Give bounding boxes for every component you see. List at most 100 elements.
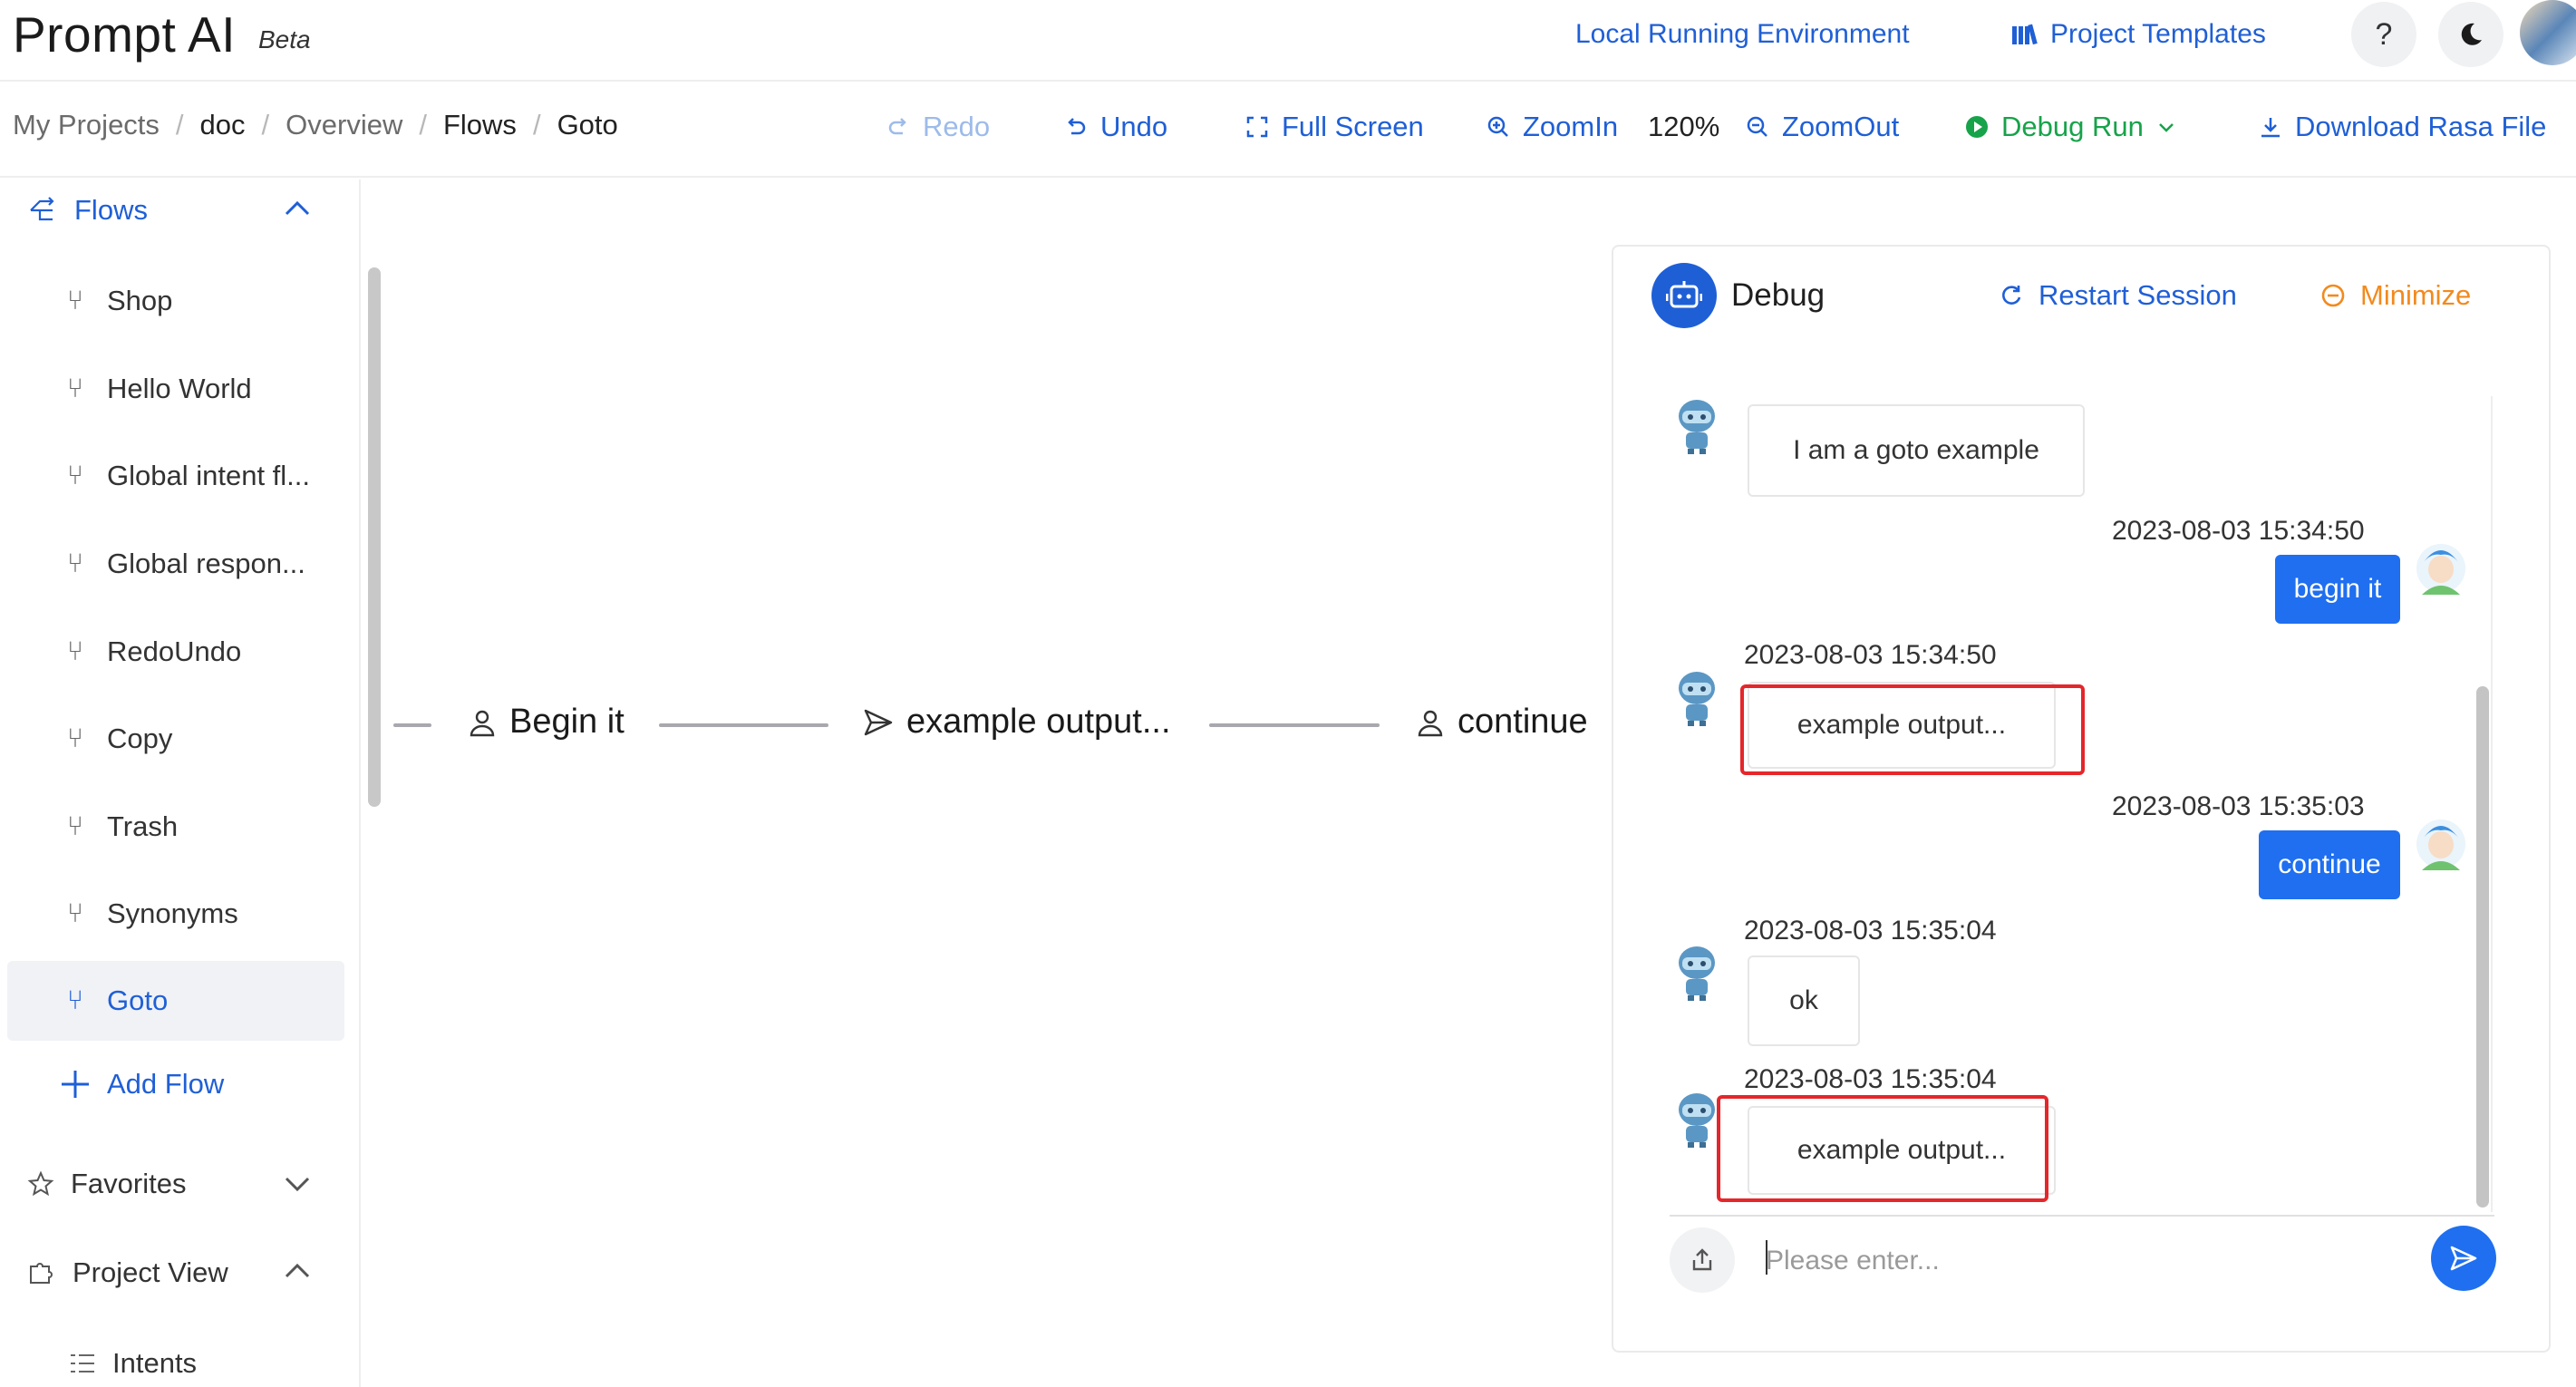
sidebar-item-goto[interactable]: ⑂ Goto — [7, 961, 344, 1041]
restart-session-button[interactable]: Restart Session — [1999, 279, 2237, 312]
app-logo[interactable]: Prompt AI — [13, 5, 236, 63]
chat-scrollbar[interactable] — [2476, 686, 2489, 1208]
user-message: begin it — [2275, 555, 2400, 624]
breadcrumb-my-projects[interactable]: My Projects — [13, 109, 160, 141]
sidebar-item-trash[interactable]: ⑂ Trash — [7, 787, 344, 867]
zoomin-button[interactable]: ZoomIn — [1487, 111, 1618, 143]
theme-toggle-button[interactable] — [2438, 2, 2503, 67]
message-timestamp: 2023-08-03 15:34:50 — [2112, 516, 2365, 546]
undo-button[interactable]: Undo — [1064, 111, 1167, 143]
download-rasa-button[interactable]: Download Rasa File — [2259, 111, 2546, 143]
help-icon: ? — [2375, 16, 2393, 52]
redo-button[interactable]: Redo — [886, 111, 990, 143]
redo-icon — [888, 118, 906, 135]
branch-icon: ⑂ — [67, 636, 83, 666]
zoom-level: 120% — [1648, 111, 1720, 142]
sidebar-item-hello-world[interactable]: ⑂ Hello World — [7, 349, 344, 429]
chevron-up-icon[interactable] — [283, 198, 312, 228]
send-icon — [2450, 1246, 2477, 1271]
beta-badge: Beta — [258, 25, 311, 53]
project-templates-link[interactable]: Project Templates — [2010, 16, 2266, 53]
upload-button[interactable] — [1670, 1227, 1735, 1293]
highlight-box — [1717, 1095, 2048, 1202]
debug-run-button[interactable]: Debug Run — [1965, 111, 2176, 143]
help-button[interactable]: ? — [2351, 2, 2416, 67]
flow-connector — [659, 723, 828, 727]
flow-node-bot-response[interactable]: example output... — [863, 703, 1171, 742]
redo-label: Redo — [923, 111, 991, 142]
flow-node-user[interactable]: Begin it — [468, 703, 625, 742]
branch-icon: ⑂ — [67, 286, 83, 315]
branch-icon: ⑂ — [67, 548, 83, 578]
star-icon — [27, 1170, 54, 1197]
message-text: continue — [2278, 849, 2381, 879]
debug-run-label: Debug Run — [2001, 111, 2144, 142]
sidebar-flows-header[interactable]: Flows — [27, 194, 148, 227]
debug-panel: Debug Restart Session Minimize I am a go… — [1612, 245, 2551, 1353]
chat-input[interactable] — [1766, 1238, 2427, 1284]
sidebar-item-label: RedoUndo — [107, 635, 242, 667]
sidebar-item-synonyms[interactable]: ⑂ Synonyms — [7, 874, 344, 954]
upload-icon — [1692, 1248, 1712, 1271]
chevron-down-icon — [2158, 123, 2174, 132]
minimize-button[interactable]: Minimize — [2320, 279, 2471, 312]
sidebar-item-intents[interactable]: Intents — [69, 1347, 197, 1380]
sidebar-item-redoundo[interactable]: ⑂ RedoUndo — [7, 612, 344, 692]
sidebar-item-label: Trash — [107, 810, 179, 842]
breadcrumb-flows[interactable]: Flows — [443, 109, 517, 141]
undo-icon — [1068, 118, 1086, 135]
debug-title: Debug — [1731, 277, 1825, 313]
sidebar-intents-label: Intents — [112, 1347, 198, 1379]
sidebar-item-label: Copy — [107, 723, 173, 754]
fullscreen-button[interactable]: Full Screen — [1245, 111, 1424, 143]
zoomin-label: ZoomIn — [1523, 111, 1619, 142]
breadcrumb-overview[interactable]: Overview — [286, 109, 402, 141]
sidebar-project-view-header[interactable]: Project View — [27, 1256, 228, 1289]
message-text: ok — [1789, 985, 1818, 1015]
sidebar-item-label: Synonyms — [107, 897, 238, 929]
chevron-down-icon[interactable] — [283, 1171, 312, 1201]
breadcrumb-goto: Goto — [557, 109, 618, 141]
chevron-up-icon[interactable] — [283, 1260, 312, 1290]
zoom-in-icon — [1487, 116, 1508, 137]
sidebar-scrollbar[interactable] — [368, 267, 381, 807]
breadcrumb-separator: / — [261, 109, 270, 141]
message-text: begin it — [2293, 574, 2382, 604]
flow-node-label: Begin it — [509, 703, 625, 741]
bot-avatar-icon — [1679, 672, 1715, 726]
bot-message: I am a goto example — [1748, 404, 2085, 497]
play-circle-icon — [1966, 116, 1988, 138]
breadcrumb-doc[interactable]: doc — [200, 109, 246, 141]
sidebar-item-label: Goto — [107, 984, 169, 1016]
fullscreen-label: Full Screen — [1282, 111, 1424, 142]
user-avatar[interactable] — [2520, 0, 2576, 65]
sidebar-item-label: Shop — [107, 285, 173, 316]
sidebar-item-shop[interactable]: ⑂ Shop — [7, 261, 344, 341]
flow-connector — [393, 723, 431, 727]
flow-node-user[interactable]: continue — [1416, 703, 1588, 742]
message-timestamp: 2023-08-03 15:35:04 — [1744, 916, 1997, 946]
local-env-link[interactable]: Local Running Environment — [1575, 16, 1910, 53]
download-icon — [2261, 118, 2280, 138]
breadcrumb: My Projects / doc / Overview / Flows / G… — [13, 109, 618, 141]
send-icon — [864, 709, 893, 735]
sidebar: Flows ⑂ Shop ⑂ Hello World ⑂ Global inte… — [0, 179, 361, 1387]
sidebar-favorites-header[interactable]: Favorites — [27, 1168, 186, 1200]
bot-message: ok — [1748, 955, 1860, 1046]
user-icon — [470, 710, 495, 736]
branch-icon: ⑂ — [67, 723, 83, 753]
sidebar-item-global-response[interactable]: ⑂ Global respon... — [7, 524, 344, 604]
fullscreen-icon — [1246, 116, 1268, 138]
text-caret — [1766, 1240, 1767, 1275]
input-divider — [1670, 1215, 2494, 1217]
add-flow-label: Add Flow — [107, 1068, 225, 1100]
message-timestamp: 2023-08-03 15:35:03 — [2112, 791, 2365, 821]
zoomout-button[interactable]: ZoomOut — [1746, 111, 1899, 143]
breadcrumb-separator: / — [419, 109, 427, 141]
sidebar-item-copy[interactable]: ⑂ Copy — [7, 699, 344, 779]
add-flow-button[interactable]: Add Flow — [60, 1068, 224, 1101]
branch-icon: ⑂ — [67, 461, 83, 490]
breadcrumb-separator: / — [175, 109, 184, 141]
send-button[interactable] — [2431, 1226, 2496, 1291]
sidebar-item-global-intent[interactable]: ⑂ Global intent fl... — [7, 436, 344, 516]
